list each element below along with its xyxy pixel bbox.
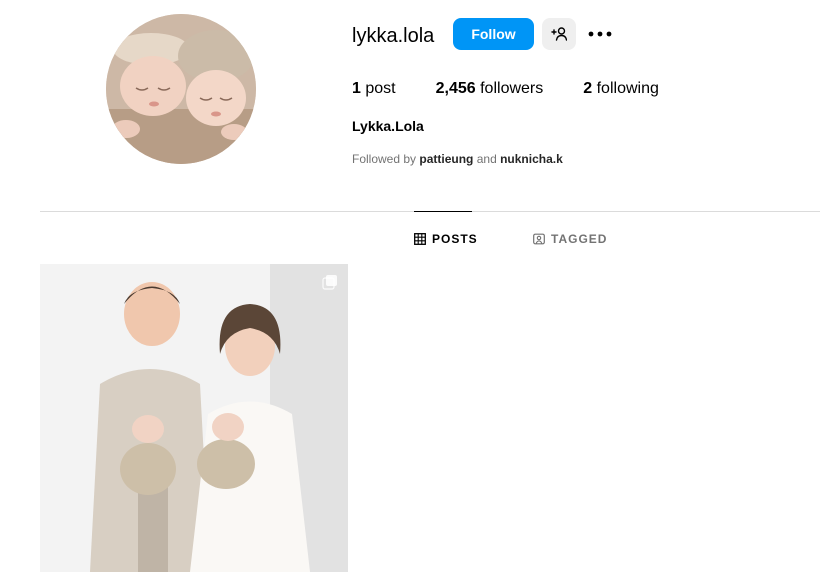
username: lykka.lola <box>352 25 435 47</box>
posts-count: 1 post <box>352 79 396 99</box>
followers-count-label: followers <box>480 80 544 97</box>
following-count-value: 2 <box>583 80 593 97</box>
posts-count-value: 1 <box>352 80 361 97</box>
tab-posts[interactable]: POSTS <box>414 230 478 248</box>
followers-count-value: 2,456 <box>435 80 476 97</box>
post-photo <box>40 264 348 572</box>
follow-button[interactable]: Follow <box>453 18 534 50</box>
followers-link[interactable]: 2,456 followers <box>436 79 544 99</box>
more-options-icon <box>588 31 612 37</box>
profile-avatar[interactable] <box>106 14 256 164</box>
tab-posts-label: POSTS <box>432 232 478 246</box>
add-person-icon <box>551 27 567 41</box>
followed-by-account-2[interactable]: nuknicha.k <box>500 152 563 166</box>
tab-tagged[interactable]: TAGGED <box>533 230 607 248</box>
followed-by[interactable]: Followed by pattieung and nuknicha.k <box>352 151 563 167</box>
more-options-button[interactable] <box>586 22 614 46</box>
posts-count-label: post <box>365 80 396 97</box>
followed-by-account-1[interactable]: pattieung <box>419 152 473 166</box>
tab-tagged-label: TAGGED <box>551 232 608 246</box>
profile-stats: 1 post 2,456 followers 2 following <box>352 79 699 99</box>
following-link[interactable]: 2 following <box>583 79 659 99</box>
post-thumbnail[interactable] <box>40 264 348 572</box>
active-tab-indicator <box>414 211 472 212</box>
following-count-label: following <box>596 80 659 97</box>
display-name: Lykka.Lola <box>352 118 424 134</box>
followed-by-joiner: and <box>476 152 497 166</box>
avatar-photo <box>106 14 256 164</box>
grid-icon <box>414 233 426 245</box>
suggested-accounts-button[interactable] <box>542 18 576 50</box>
tagged-icon <box>533 233 545 245</box>
followed-by-prefix: Followed by <box>352 152 417 166</box>
multiple-photos-icon <box>322 275 337 290</box>
